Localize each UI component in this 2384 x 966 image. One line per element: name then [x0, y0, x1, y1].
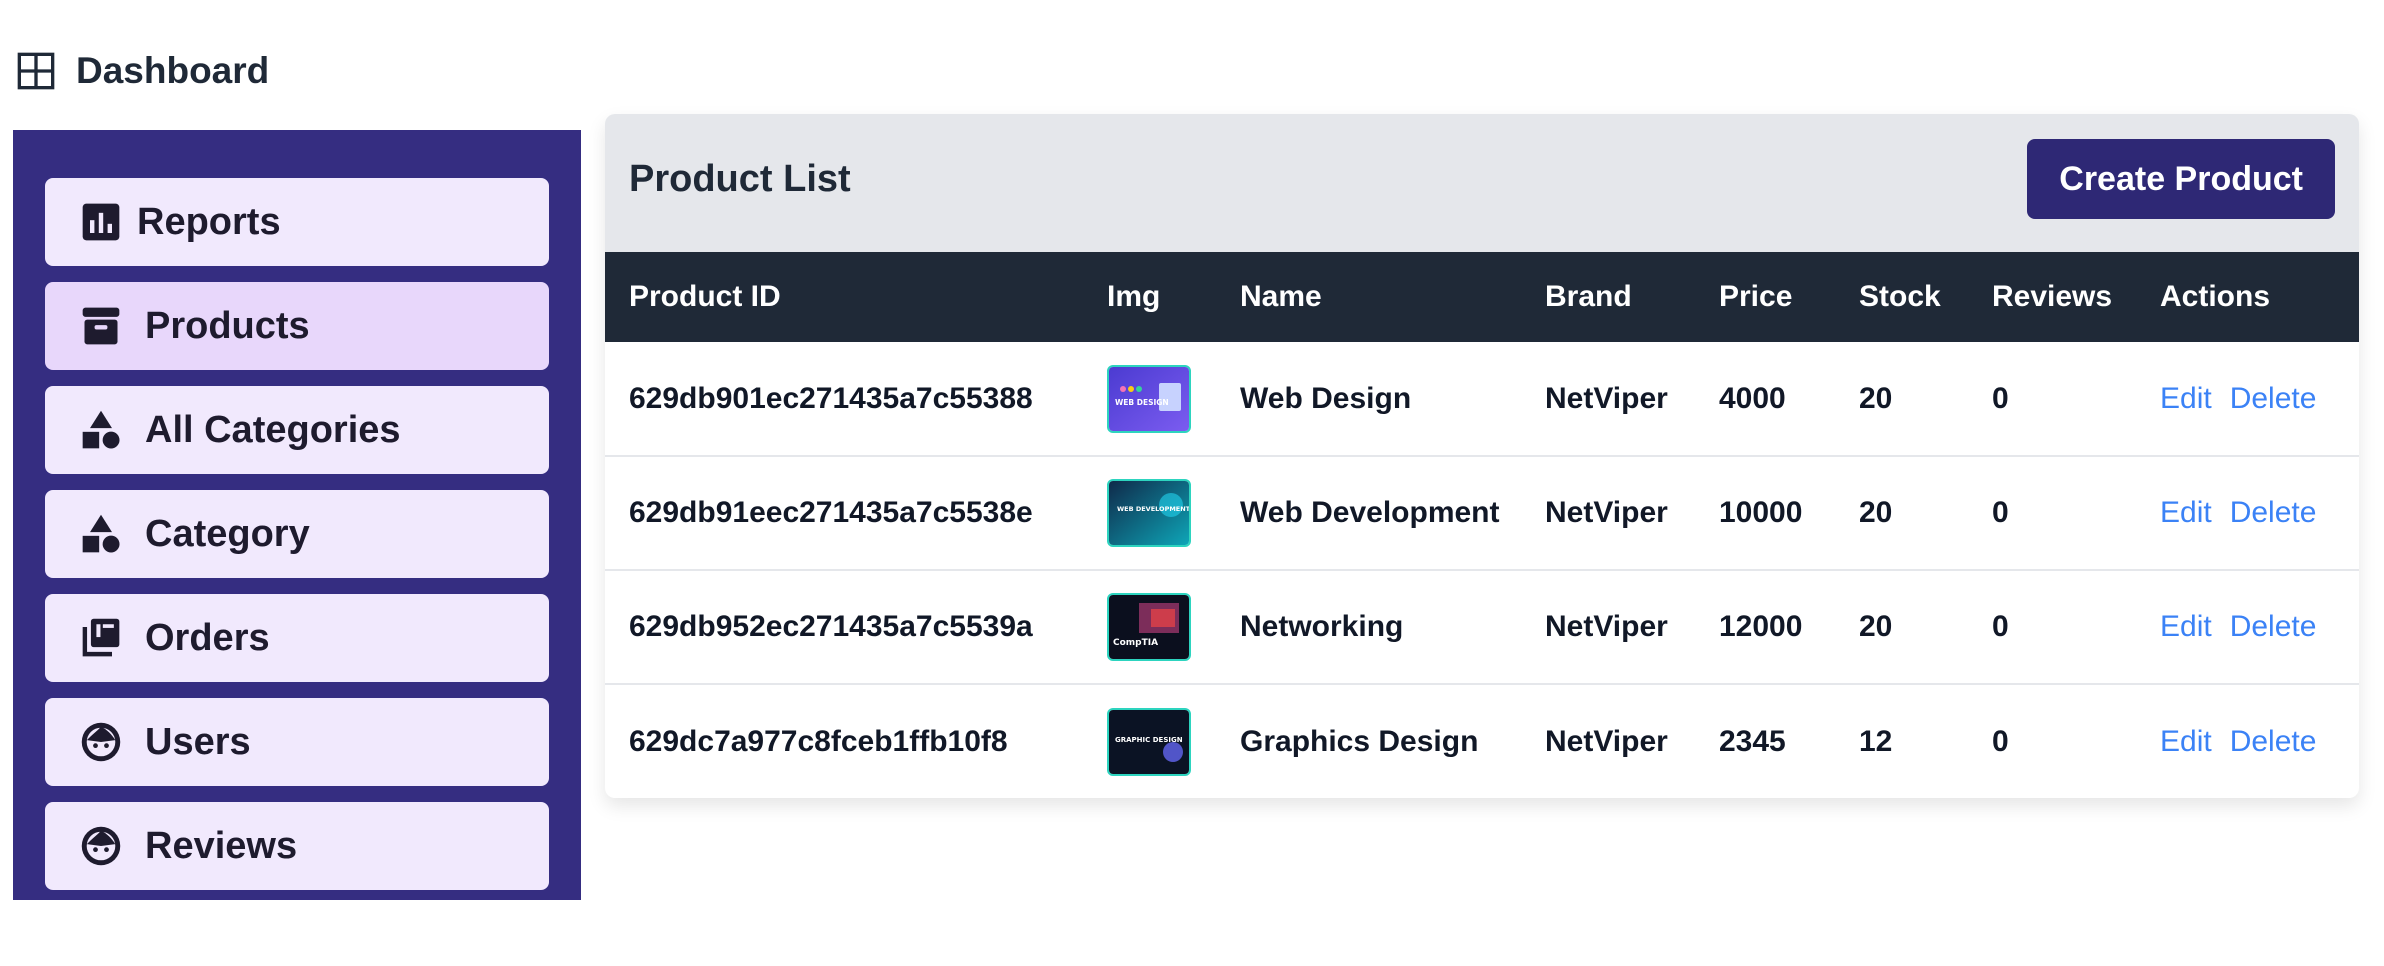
table-header-row: Product ID Img Name Brand Price Stock Re… — [605, 252, 2359, 342]
sidebar-item-category[interactable]: Category — [45, 490, 549, 578]
product-table: Product ID Img Name Brand Price Stock Re… — [605, 252, 2359, 798]
face-icon — [81, 826, 121, 866]
product-thumbnail: WEB DEVELOPMENT — [1107, 479, 1191, 547]
edit-link[interactable]: Edit — [2160, 610, 2212, 643]
panel-header: Product List Create Product — [605, 114, 2359, 244]
table-row: 629db952ec271435a7c5539a CompTIA Network… — [605, 570, 2359, 684]
sidebar-item-all-categories[interactable]: All Categories — [45, 386, 549, 474]
table-row: 629db901ec271435a7c55388 WEB DESIGN Web … — [605, 342, 2359, 456]
table-row: 629db91eec271435a7c5538e WEB DEVELOPMENT… — [605, 456, 2359, 570]
archive-box-icon — [82, 307, 120, 345]
product-id: 629db952ec271435a7c5539a — [629, 610, 1033, 643]
delete-link[interactable]: Delete — [2230, 610, 2317, 643]
product-id: 629db901ec271435a7c55388 — [629, 381, 1033, 415]
product-thumbnail-image: GRAPHIC DESIGN — [1109, 709, 1189, 774]
product-stock: 12 — [1859, 724, 1893, 758]
product-name: Web Design — [1240, 381, 1412, 415]
panel-title: Product List — [629, 157, 851, 200]
product-name: Networking — [1240, 610, 1404, 643]
product-reviews: 0 — [1992, 724, 2009, 758]
sidebar-item-label: Category — [145, 512, 310, 555]
product-brand: NetViper — [1545, 610, 1668, 643]
sidebar-item-label: Products — [145, 304, 310, 347]
product-price: 4000 — [1719, 381, 1786, 415]
column-header-actions: Actions — [2160, 280, 2271, 313]
product-thumbnail-image: WEB DESIGN — [1109, 366, 1189, 431]
edit-link[interactable]: Edit — [2160, 725, 2212, 758]
product-thumbnail-image: CompTIA — [1109, 595, 1189, 659]
delete-link[interactable]: Delete — [2230, 725, 2317, 758]
sidebar-item-label: Orders — [145, 616, 270, 659]
edit-link[interactable]: Edit — [2160, 496, 2212, 529]
library-books-icon — [82, 618, 120, 657]
grid-icon — [17, 52, 55, 90]
column-header-brand: Brand — [1545, 280, 1632, 313]
shapes-icon — [82, 514, 120, 553]
thumbnail-caption: CompTIA — [1113, 638, 1158, 648]
sidebar-item-label: Reports — [137, 200, 281, 243]
column-header-stock: Stock — [1859, 280, 1941, 313]
product-thumbnail: GRAPHIC DESIGN — [1107, 707, 1191, 776]
thumbnail-caption: WEB DESIGN — [1115, 398, 1169, 407]
shapes-icon — [82, 410, 120, 449]
product-name: Web Development — [1240, 496, 1500, 529]
app-header: Dashboard — [16, 46, 269, 96]
product-brand: NetViper — [1545, 381, 1668, 415]
sidebar-item-label: All Categories — [145, 408, 401, 451]
edit-link[interactable]: Edit — [2160, 382, 2212, 415]
delete-link[interactable]: Delete — [2230, 496, 2317, 529]
sidebar-item-reports[interactable]: Reports — [45, 178, 549, 266]
sidebar-item-label: Users — [145, 720, 251, 763]
page-title: Dashboard — [76, 50, 270, 91]
face-icon — [81, 722, 121, 762]
column-header-name: Name — [1240, 280, 1322, 313]
column-header-price: Price — [1719, 280, 1793, 313]
product-price: 2345 — [1719, 724, 1786, 758]
product-list-panel: Product List Create Product Product ID I… — [605, 114, 2359, 798]
product-id: 629dc7a977c8fceb1ffb10f8 — [629, 724, 1008, 758]
sidebar-item-users[interactable]: Users — [45, 698, 549, 786]
product-name: Graphics Design — [1240, 724, 1479, 758]
sidebar: Reports Products All Categories Category — [13, 130, 581, 900]
column-header-product-id: Product ID — [629, 280, 781, 313]
thumbnail-caption: GRAPHIC DESIGN — [1115, 736, 1183, 744]
thumbnail-caption: WEB DEVELOPMENT — [1117, 505, 1189, 513]
header-divider — [605, 244, 2359, 252]
sidebar-item-orders[interactable]: Orders — [45, 594, 549, 682]
product-thumbnail-image: WEB DEVELOPMENT — [1109, 481, 1189, 545]
product-stock: 20 — [1859, 496, 1893, 529]
product-brand: NetViper — [1545, 724, 1668, 758]
delete-link[interactable]: Delete — [2230, 382, 2317, 415]
product-reviews: 0 — [1992, 610, 2009, 643]
create-product-button[interactable]: Create Product — [2027, 139, 2335, 219]
bar-chart-icon — [82, 203, 120, 241]
column-header-img: Img — [1107, 280, 1161, 313]
product-price: 12000 — [1719, 610, 1803, 643]
sidebar-item-products[interactable]: Products — [45, 282, 549, 370]
product-brand: NetViper — [1545, 496, 1668, 529]
product-thumbnail: WEB DESIGN — [1107, 364, 1191, 433]
table-row: 629dc7a977c8fceb1ffb10f8 GRAPHIC DESIGN … — [605, 684, 2359, 798]
product-reviews: 0 — [1992, 381, 2009, 415]
product-reviews: 0 — [1992, 496, 2009, 529]
column-header-reviews: Reviews — [1992, 280, 2113, 313]
sidebar-item-label: Reviews — [145, 824, 298, 867]
product-thumbnail: CompTIA — [1107, 593, 1191, 661]
product-stock: 20 — [1859, 610, 1893, 643]
product-stock: 20 — [1859, 381, 1893, 415]
product-id: 629db91eec271435a7c5538e — [629, 496, 1033, 529]
sidebar-item-reviews[interactable]: Reviews — [45, 802, 549, 890]
product-price: 10000 — [1719, 496, 1803, 529]
